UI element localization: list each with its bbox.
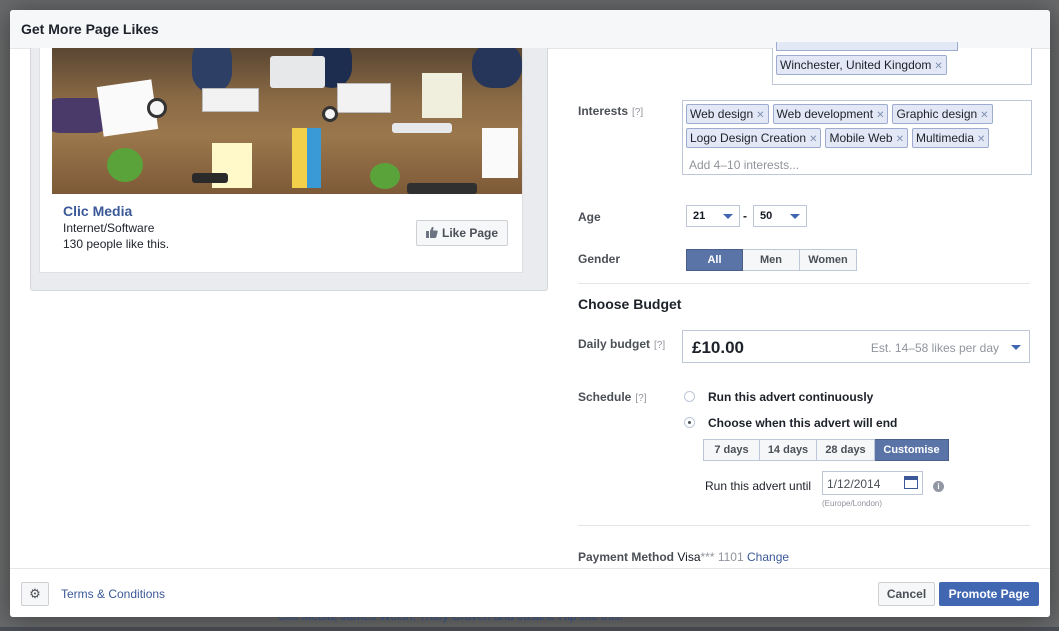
thumbs-up-icon	[425, 226, 438, 241]
cover-photo	[52, 48, 522, 194]
divider	[578, 283, 1030, 284]
age-separator: -	[743, 209, 747, 223]
promote-dialog: Get More Page Likes Clic Media Internet/…	[10, 10, 1050, 617]
choose-end-label[interactable]: Choose when this advert will end	[708, 416, 897, 430]
choose-budget-heading: Choose Budget	[578, 296, 682, 312]
help-icon[interactable]: [?]	[654, 340, 665, 351]
location-tag[interactable]: Winchester, United Kingdom ✕	[776, 55, 947, 75]
remove-icon[interactable]: ✕	[977, 134, 985, 145]
targeting-form: Winchester, United Kingdom ✕ Interests [?]…	[578, 42, 1038, 568]
duration-28-days-button[interactable]: 28 days	[817, 439, 875, 461]
interests-placeholder: Add 4–10 interests...	[689, 158, 800, 172]
location-field[interactable]: Winchester, United Kingdom ✕	[772, 42, 1032, 85]
divider	[578, 525, 1030, 526]
age-min-select[interactable]: 21	[686, 205, 740, 227]
run-continuously-radio[interactable]	[684, 391, 695, 402]
run-continuously-label[interactable]: Run this advert continuously	[708, 390, 873, 404]
page-category: Internet/Software	[63, 221, 155, 235]
chevron-down-icon	[790, 214, 800, 219]
remove-icon[interactable]: ✕	[980, 110, 988, 121]
daily-budget-label: Daily budget [?]	[578, 337, 666, 351]
duration-customise-button[interactable]: Customise	[875, 439, 949, 461]
end-date-value: 1/12/2014	[827, 477, 881, 491]
help-icon[interactable]: [?]	[635, 393, 646, 404]
duration-14-days-button[interactable]: 14 days	[760, 439, 817, 461]
ad-preview-panel: Clic Media Internet/Software 130 people …	[30, 48, 548, 291]
like-page-button[interactable]: Like Page	[416, 220, 508, 246]
cancel-button[interactable]: Cancel	[878, 582, 935, 606]
ad-preview-card: Clic Media Internet/Software 130 people …	[39, 48, 523, 273]
location-tag-partial	[776, 42, 958, 51]
budget-amount: £10.00	[692, 338, 744, 357]
age-max-select[interactable]: 50	[753, 205, 807, 227]
calendar-icon[interactable]	[904, 476, 918, 489]
remove-icon[interactable]: ✕	[876, 110, 884, 121]
terms-link[interactable]: Terms & Conditions	[61, 587, 165, 601]
payment-method-label: Payment Method	[578, 550, 675, 564]
choose-end-radio[interactable]	[684, 417, 695, 428]
duration-7-days-button[interactable]: 7 days	[703, 439, 760, 461]
payment-card: Visa	[677, 550, 701, 564]
interest-tag[interactable]: Multimedia ✕	[912, 128, 990, 148]
gender-all-button[interactable]: All	[686, 249, 743, 271]
like-page-label: Like Page	[441, 226, 499, 240]
interests-field[interactable]: Web design ✕ Web development ✕ Graphic des…	[682, 100, 1032, 175]
gender-selector: All Men Women	[686, 249, 857, 271]
promote-page-button[interactable]: Promote Page	[939, 582, 1039, 606]
chevron-down-icon	[1011, 345, 1021, 350]
dialog-title: Get More Page Likes	[21, 21, 159, 37]
gender-women-button[interactable]: Women	[800, 249, 857, 271]
settings-button[interactable]: ⚙	[21, 582, 49, 606]
interest-tag[interactable]: Web design ✕	[686, 104, 769, 124]
interest-tag[interactable]: Graphic design ✕	[892, 104, 993, 124]
timezone-label: (Europe/London)	[822, 499, 883, 508]
interests-label: Interests [?]	[578, 104, 644, 118]
duration-selector: 7 days 14 days 28 days Customise	[703, 439, 949, 461]
chevron-down-icon	[723, 214, 733, 219]
gender-men-button[interactable]: Men	[743, 249, 800, 271]
interest-tag[interactable]: Web development ✕	[772, 104, 889, 124]
end-date-input[interactable]: 1/12/2014	[822, 471, 923, 495]
help-icon[interactable]: [?]	[632, 107, 643, 118]
gender-label: Gender	[578, 252, 621, 266]
location-tag-label: Winchester, United Kingdom	[780, 58, 932, 72]
remove-icon[interactable]: ✕	[934, 61, 942, 72]
remove-icon[interactable]: ✕	[756, 110, 764, 121]
budget-estimate: Est. 14–58 likes per day	[870, 341, 999, 355]
gear-icon: ⚙	[29, 586, 41, 601]
interest-tag[interactable]: Mobile Web ✕	[825, 128, 908, 148]
payment-digits: *** 1101	[700, 550, 744, 564]
daily-budget-select[interactable]: £10.00 Est. 14–58 likes per day	[682, 330, 1030, 363]
dialog-footer: ⚙ Terms & Conditions Cancel Promote Page	[10, 568, 1050, 617]
run-until-label: Run this advert until	[705, 479, 812, 493]
age-label: Age	[578, 210, 601, 224]
interest-tag[interactable]: Logo Design Creation ✕	[686, 128, 822, 148]
page-name-link[interactable]: Clic Media	[63, 203, 132, 219]
payment-method-row: Payment Method Visa*** 1101 Change	[578, 550, 789, 564]
schedule-label: Schedule [?]	[578, 390, 647, 404]
remove-icon[interactable]: ✕	[896, 134, 904, 145]
change-payment-link[interactable]: Change	[747, 550, 789, 564]
page-likes-count: 130 people like this.	[63, 237, 170, 251]
remove-icon[interactable]: ✕	[809, 134, 817, 145]
info-icon[interactable]: i	[933, 481, 944, 492]
